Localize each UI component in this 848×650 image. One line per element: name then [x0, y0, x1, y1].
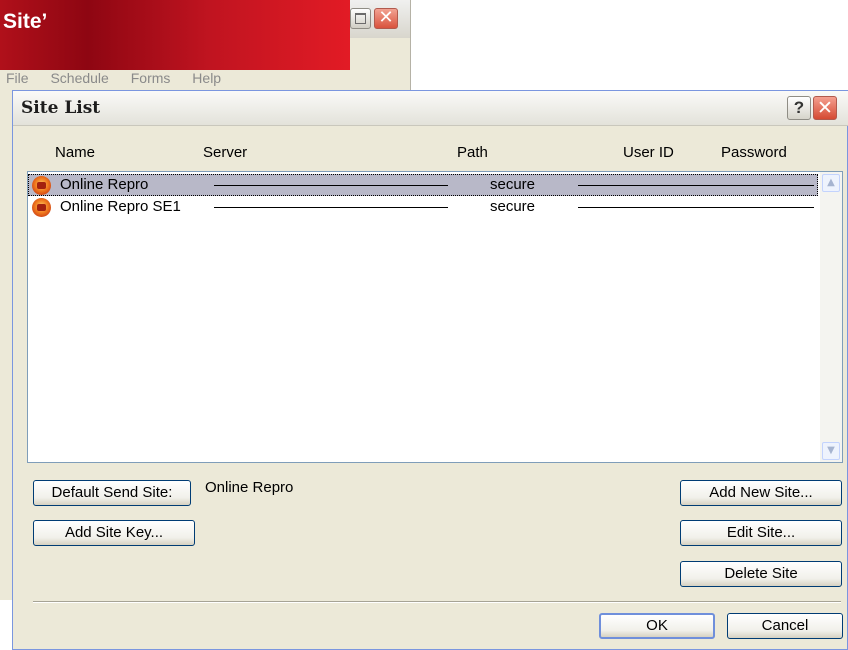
column-header-password[interactable]: Password — [721, 144, 787, 161]
default-send-site-value: Online Repro — [205, 479, 294, 496]
help-icon[interactable]: ? — [787, 96, 811, 120]
site-icon — [32, 198, 51, 217]
site-list-dialog: Site List ? ✕ Name Server Path User ID P… — [12, 90, 848, 650]
site-row[interactable]: Online Repro secure — [28, 174, 818, 196]
edit-site-button[interactable]: Edit Site... — [680, 520, 842, 546]
scroll-down-icon[interactable]: ▼ — [822, 442, 840, 460]
site-name: Online Repro — [60, 176, 149, 193]
credentials-masked-value — [578, 207, 814, 208]
menu-help[interactable]: Help — [192, 70, 221, 86]
site-list[interactable]: Online Repro secure Online Repro SE1 sec… — [27, 171, 843, 463]
column-header-name[interactable]: Name — [55, 144, 95, 161]
vertical-scrollbar[interactable]: ▲ ▼ — [820, 172, 842, 462]
site-path: secure — [490, 198, 536, 215]
site-name: Online Repro SE1 — [60, 198, 181, 215]
server-masked-value — [214, 207, 448, 208]
credentials-masked-value — [578, 185, 814, 186]
menu-file[interactable]: File — [6, 70, 29, 86]
add-site-key-button[interactable]: Add Site Key... — [33, 520, 195, 546]
banner-title: Site’ — [3, 10, 48, 33]
title-banner: Site’ — [0, 0, 350, 70]
menu-schedule[interactable]: Schedule — [50, 70, 108, 86]
close-icon[interactable]: ✕ — [813, 96, 837, 120]
column-header-server[interactable]: Server — [203, 144, 247, 161]
default-send-site-button[interactable]: Default Send Site: — [33, 480, 191, 506]
server-masked-value — [214, 185, 448, 186]
site-row[interactable]: Online Repro SE1 secure — [28, 196, 818, 218]
delete-site-button[interactable]: Delete Site — [680, 561, 842, 587]
maximize-icon[interactable] — [350, 8, 371, 29]
column-header-path[interactable]: Path — [457, 144, 488, 161]
separator — [33, 601, 841, 603]
add-new-site-button[interactable]: Add New Site... — [680, 480, 842, 506]
ok-button[interactable]: OK — [599, 613, 715, 639]
site-path: secure — [490, 176, 536, 193]
site-icon — [32, 176, 51, 195]
menu-forms[interactable]: Forms — [131, 70, 171, 86]
background-menubar: File Schedule Forms Help — [0, 70, 410, 92]
column-header-user-id[interactable]: User ID — [623, 144, 674, 161]
scroll-up-icon[interactable]: ▲ — [822, 174, 840, 192]
dialog-titlebar[interactable]: Site List ? ✕ — [13, 91, 848, 126]
background-close-icon[interactable]: ✕ — [374, 8, 398, 29]
dialog-title: Site List — [21, 98, 101, 118]
cancel-button[interactable]: Cancel — [727, 613, 843, 639]
